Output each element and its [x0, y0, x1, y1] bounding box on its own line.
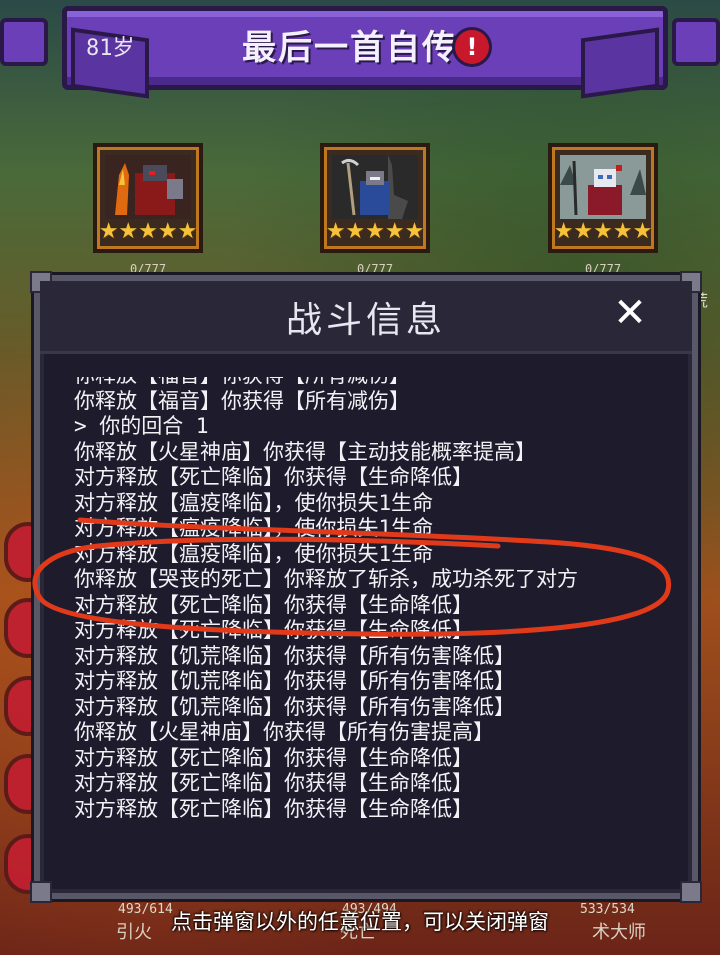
log-line: 你释放【火星神庙】你获得【主动技能概率提高】	[74, 439, 536, 464]
log-line: 对方释放【瘟疫降临】，使你损失1生命	[74, 490, 434, 515]
log-line: 你释放【福音】你获得【所有减伤】	[74, 388, 410, 413]
warning-icon[interactable]: !	[452, 27, 492, 67]
log-line: 你释放【火星神庙】你获得【所有伤害提高】	[74, 720, 494, 744]
hero-count-1: 0/777	[129, 262, 167, 276]
close-hint: 点击弹窗以外的任意位置，可以关闭弹窗	[171, 910, 549, 934]
log-line: 对方释放【饥荒降临】你获得【所有伤害降低】	[74, 694, 515, 719]
log-line: 对方释放【死亡降临】你获得【生命降低】	[74, 745, 473, 770]
fire-knight-portrait-icon	[105, 155, 191, 219]
log-line: 对方释放【瘟疫降临】，使你损失1生命	[74, 516, 434, 540]
log-line: 对方释放【死亡降临】你获得【生命降低】	[74, 771, 473, 795]
battle-log[interactable]: 你释放【福音】你获得【所有减伤】你释放【福音】你获得【所有减伤】> 你的回合 1…	[74, 377, 654, 861]
hero-frame: ★★★★★	[320, 143, 430, 253]
banner-corner-right	[672, 18, 720, 66]
dialog-title: 战斗信息	[285, 300, 446, 341]
log-line: 对方释放【死亡降临】你获得【生命降低】	[74, 592, 473, 617]
log-line: 对方释放【瘟疫降临】，使你损失1生命	[74, 541, 434, 566]
log-line: 对方释放【死亡降临】你获得【生命降低】	[74, 465, 473, 489]
dialog-corner	[30, 881, 52, 903]
star-rating: ★★★★★	[553, 219, 653, 244]
star-rating: ★★★★★	[98, 219, 198, 244]
hero-frame: ★★★★★	[93, 143, 203, 253]
hero-card-3[interactable]: ★★★★★	[548, 143, 658, 253]
hero-frame: ★★★★★	[548, 143, 658, 253]
dialog-header: 战斗信息 ✕	[40, 281, 692, 354]
banner-corner-left	[0, 18, 48, 66]
hero-card-2[interactable]: ★★★★★	[320, 143, 430, 253]
age-label: 81岁	[86, 36, 135, 61]
hero-count-3: 0/777	[584, 262, 622, 276]
log-line: 对方释放【饥荒降临】你获得【所有伤害降低】	[74, 669, 515, 693]
log-line: 对方释放【死亡降临】你获得【生命降低】	[74, 796, 473, 821]
hero-count-2: 0/777	[356, 262, 394, 276]
log-line: 对方释放【饥荒降临】你获得【所有伤害降低】	[74, 643, 515, 668]
scythe-knight-portrait-icon	[332, 155, 418, 219]
log-line: 你释放【福音】你获得【所有减伤】	[74, 377, 654, 389]
log-line: 对方释放【死亡降临】你获得【生命降低】	[74, 618, 473, 642]
close-button[interactable]: ✕	[608, 291, 652, 335]
skeleton-lord-portrait-icon	[560, 155, 646, 219]
page-title: 最后一首自传	[242, 28, 458, 68]
battle-info-dialog: 战斗信息 ✕ 你释放【福音】你获得【所有减伤】你释放【福音】你获得【所有减伤】>…	[30, 271, 702, 903]
ribbon-right	[581, 27, 659, 99]
hero-card-1[interactable]: ★★★★★	[93, 143, 203, 253]
dialog-corner	[680, 881, 702, 903]
star-rating: ★★★★★	[325, 219, 425, 244]
log-line: > 你的回合 1	[74, 414, 209, 438]
log-line: 你释放【哭丧的死亡】你释放了斩杀，成功杀死了对方	[74, 567, 578, 591]
